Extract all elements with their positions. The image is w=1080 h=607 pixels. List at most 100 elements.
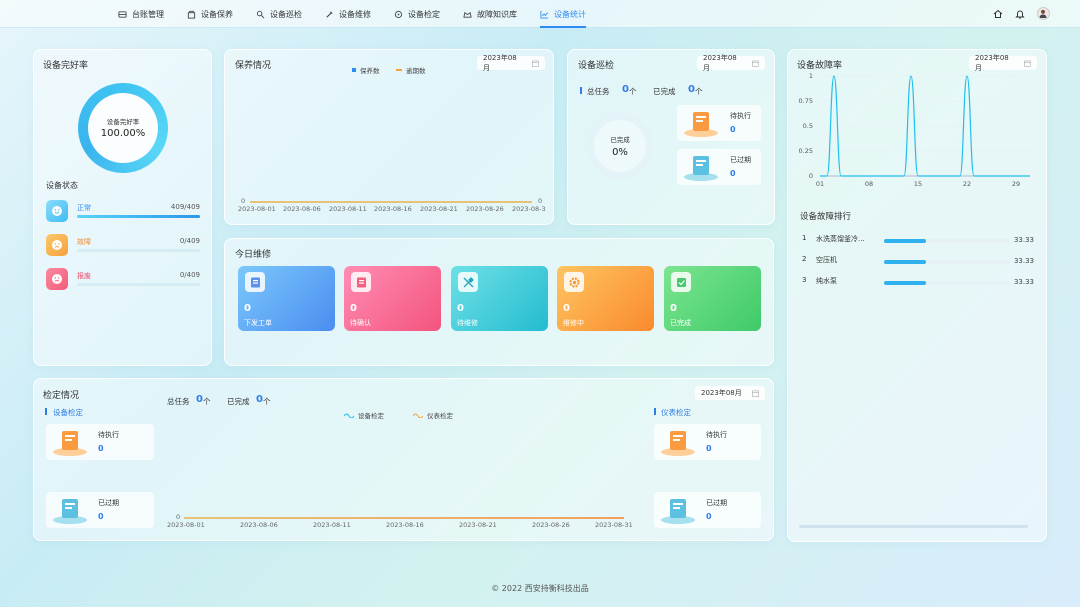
repair-icon bbox=[326, 10, 333, 18]
tile-under-repair[interactable]: 0 维修中 bbox=[557, 266, 654, 331]
fault-date-picker[interactable]: 2023年08月 bbox=[969, 54, 1037, 72]
calendar-icon bbox=[752, 60, 759, 67]
patrol-date-picker[interactable]: 2023年08月 bbox=[697, 54, 765, 72]
x-tick: 2023-08-26 bbox=[466, 205, 504, 213]
avatar[interactable] bbox=[1037, 7, 1050, 20]
pending-clipboard-icon bbox=[684, 112, 718, 137]
rank-row[interactable]: 1 水洗蒸馏釜冷... 33.33 bbox=[802, 234, 1034, 248]
verify-right-overdue-card[interactable]: 已过期 0 bbox=[654, 492, 761, 528]
ledger-icon bbox=[118, 10, 127, 18]
x-tick: 2023-08-11 bbox=[313, 521, 351, 529]
tile-completed[interactable]: 0 已完成 bbox=[664, 266, 761, 331]
rank-bar-fill bbox=[884, 239, 926, 243]
knowledge-icon bbox=[463, 11, 472, 18]
x-tick-label: 08 bbox=[865, 180, 873, 188]
smile-icon bbox=[46, 200, 68, 222]
x-tick: 2023-08-21 bbox=[420, 205, 458, 213]
bell-icon[interactable] bbox=[1015, 9, 1025, 19]
x-tick: 2023-08-06 bbox=[283, 205, 321, 213]
tile-pending-confirm[interactable]: 0 待确认 bbox=[344, 266, 441, 331]
legend-wave-icon bbox=[344, 413, 354, 418]
rank-row[interactable]: 2 空压机 33.33 bbox=[802, 255, 1034, 269]
verify-date-picker[interactable]: 2023年08月 bbox=[695, 386, 765, 400]
status-bar bbox=[77, 215, 200, 218]
verify-done-value: 0 bbox=[256, 394, 263, 405]
status-bar bbox=[77, 249, 200, 252]
x-tick: 2023-08-16 bbox=[374, 205, 412, 213]
tile-dispatch-order[interactable]: 0 下发工单 bbox=[238, 266, 335, 331]
verify-done-label: 已完成 bbox=[227, 397, 250, 406]
patrol-total-unit: 个 bbox=[629, 87, 637, 96]
main-nav: 台账管理 设备保养 设备巡检 设备维修 设备检定 故障知识库 设备统计 bbox=[118, 0, 609, 28]
nav-inspection[interactable]: 设备巡检 bbox=[256, 0, 302, 28]
top-navigation-bar: 台账管理 设备保养 设备巡检 设备维修 设备检定 故障知识库 设备统计 bbox=[0, 0, 1080, 28]
verify-left-pending-card[interactable]: 待执行 0 bbox=[46, 424, 154, 460]
frown-icon bbox=[46, 268, 68, 290]
nav-repair[interactable]: 设备维修 bbox=[325, 0, 371, 28]
calendar-icon bbox=[532, 60, 539, 67]
status-value: 0/409 bbox=[179, 237, 200, 245]
y-tick-label: 1 bbox=[809, 72, 813, 80]
upkeep-panel bbox=[224, 49, 554, 225]
x-tick: 2023-08-06 bbox=[240, 521, 278, 529]
overdue-clipboard-icon bbox=[53, 499, 87, 524]
upkeep-y-right: 0 bbox=[538, 197, 543, 205]
legend-wave-icon bbox=[413, 413, 423, 418]
patrol-overdue-card[interactable]: 已过期 0 bbox=[677, 149, 761, 185]
patrol-ring bbox=[587, 113, 653, 179]
upkeep-date-picker[interactable]: 2023年08月 bbox=[477, 54, 545, 72]
nav-statistics[interactable]: 设备统计 bbox=[540, 0, 586, 28]
user-avatar-icon bbox=[1039, 9, 1047, 18]
dispatch-order-icon bbox=[245, 272, 265, 292]
pending-clipboard-icon bbox=[661, 431, 695, 456]
calibration-icon bbox=[394, 10, 403, 18]
upkeep-legend-count: 保养数 bbox=[352, 65, 380, 75]
patrol-pending-card[interactable]: 待执行 0 bbox=[677, 105, 761, 141]
statistics-icon bbox=[540, 10, 549, 19]
y-tick-label: 0 bbox=[809, 172, 813, 180]
calendar-icon bbox=[751, 390, 759, 397]
patrol-done-value: 0 bbox=[688, 84, 695, 95]
sad-icon bbox=[46, 234, 68, 256]
x-tick: 2023-08-21 bbox=[459, 521, 497, 529]
fault-rank-scrollbar[interactable] bbox=[799, 525, 1028, 528]
upkeep-y-left: 0 bbox=[241, 197, 246, 205]
verify-left-section: 设备检定 bbox=[53, 408, 83, 417]
nav-calibration[interactable]: 设备检定 bbox=[394, 0, 440, 28]
patrol-ring-label: 已完成 bbox=[610, 136, 630, 144]
nav-knowledge[interactable]: 故障知识库 bbox=[463, 0, 517, 28]
nav-ledger[interactable]: 台账管理 bbox=[118, 0, 164, 28]
health-ring-value: 100.00% bbox=[100, 128, 146, 139]
verify-left-overdue-card[interactable]: 已过期 0 bbox=[46, 492, 154, 528]
rank-bar-fill bbox=[884, 260, 926, 264]
patrol-ring-value: 0% bbox=[612, 147, 628, 158]
health-ring-label: 设备完好率 bbox=[106, 118, 140, 126]
verify-chart-baseline bbox=[184, 517, 624, 519]
fault-rate-chart: 0 0.25 0.5 0.75 1 01 08 15 22 29 bbox=[799, 72, 1030, 188]
verify-legend-equipment: 设备检定 bbox=[344, 410, 384, 420]
status-bar bbox=[77, 283, 200, 286]
status-name: 故障 bbox=[77, 238, 91, 246]
y-tick-label: 0.5 bbox=[803, 122, 813, 130]
x-tick: 2023-08-16 bbox=[386, 521, 424, 529]
pending-confirm-icon bbox=[351, 272, 371, 292]
tools-icon bbox=[458, 272, 478, 292]
x-tick-label: 01 bbox=[816, 180, 824, 188]
patrol-mark bbox=[580, 87, 582, 94]
verify-y-left: 0 bbox=[176, 513, 181, 521]
home-icon[interactable] bbox=[993, 9, 1003, 19]
x-tick: 2023-08-11 bbox=[329, 205, 367, 213]
verify-right-pending-card[interactable]: 待执行 0 bbox=[654, 424, 761, 460]
inspection-icon bbox=[256, 10, 265, 18]
patrol-total-value: 0 bbox=[622, 84, 629, 95]
patrol-done-unit: 个 bbox=[695, 87, 703, 96]
verify-total-unit: 个 bbox=[203, 397, 211, 406]
tile-awaiting-repair[interactable]: 0 待维修 bbox=[451, 266, 548, 331]
top-right-actions bbox=[993, 7, 1050, 20]
rank-row[interactable]: 3 纯水泵 33.33 bbox=[802, 276, 1034, 290]
status-row-normal: 正常 409/409 bbox=[46, 200, 200, 226]
y-tick-label: 0.75 bbox=[799, 97, 813, 105]
upkeep-chart-baseline bbox=[250, 201, 532, 203]
nav-maintenance[interactable]: 设备保养 bbox=[187, 0, 233, 28]
x-tick-label: 22 bbox=[963, 180, 971, 188]
